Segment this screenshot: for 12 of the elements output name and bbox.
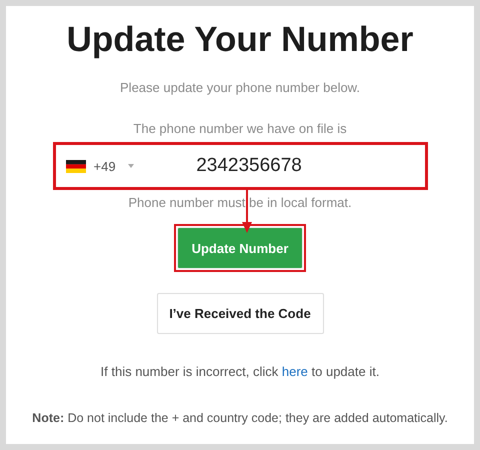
- hint-text: Phone number must be in local format.: [128, 195, 352, 210]
- here-link[interactable]: here: [282, 364, 308, 379]
- field-label: The phone number we have on file is: [133, 121, 347, 136]
- received-code-button[interactable]: I’ve Received the Code: [156, 293, 324, 334]
- incorrect-number-text: If this number is incorrect, click here to update it.: [100, 364, 380, 379]
- subtitle: Please update your phone number below.: [120, 80, 360, 95]
- country-selector[interactable]: +49: [66, 158, 134, 174]
- note-text: Note: Do not include the + and country code; they are added automatically.: [32, 411, 448, 425]
- caret-icon: [128, 164, 134, 168]
- phone-field[interactable]: +49 2342356678: [52, 142, 428, 190]
- flag-icon: [66, 160, 86, 172]
- page-title: Update Your Number: [66, 19, 414, 61]
